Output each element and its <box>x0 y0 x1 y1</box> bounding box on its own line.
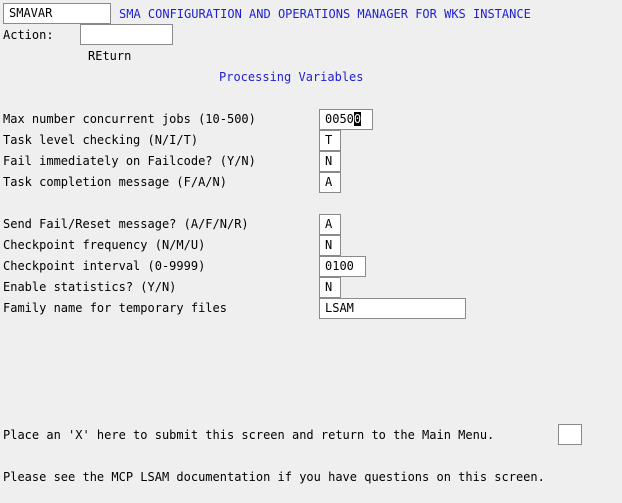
help-text: Please see the MCP LSAM documentation if… <box>3 470 545 484</box>
max-jobs-input[interactable]: 00500 <box>319 109 373 130</box>
max-jobs-label: Max number concurrent jobs (10-500) <box>3 112 256 126</box>
smavar-screen: SMAVAR SMA CONFIGURATION AND OPERATIONS … <box>0 0 622 503</box>
action-input[interactable] <box>80 24 173 45</box>
task-completion-input[interactable]: A <box>319 172 341 193</box>
fail-immediately-input[interactable]: N <box>319 151 341 172</box>
task-level-label: Task level checking (N/I/T) <box>3 133 199 147</box>
screen-id-field[interactable]: SMAVAR <box>3 3 111 24</box>
screen-title: SMA CONFIGURATION AND OPERATIONS MANAGER… <box>119 7 531 21</box>
section-title: Processing Variables <box>219 70 364 84</box>
send-fail-reset-input[interactable]: A <box>319 214 341 235</box>
submit-instruction: Place an 'X' here to submit this screen … <box>3 428 495 442</box>
submit-input[interactable] <box>558 424 582 445</box>
checkpoint-interval-label: Checkpoint interval (0-9999) <box>3 259 206 273</box>
text-cursor: 0 <box>353 112 362 126</box>
max-jobs-value: 0050 <box>325 112 354 126</box>
task-completion-label: Task completion message (F/A/N) <box>3 175 227 189</box>
family-name-input[interactable]: LSAM <box>319 298 466 319</box>
send-fail-reset-label: Send Fail/Reset message? (A/F/N/R) <box>3 217 249 231</box>
checkpoint-frequency-input[interactable]: N <box>319 235 341 256</box>
return-option: REturn <box>88 49 132 63</box>
task-level-input[interactable]: T <box>319 130 341 151</box>
enable-statistics-label: Enable statistics? (Y/N) <box>3 280 177 294</box>
action-label: Action: <box>3 28 54 42</box>
checkpoint-frequency-label: Checkpoint frequency (N/M/U) <box>3 238 206 252</box>
fail-immediately-label: Fail immediately on Failcode? (Y/N) <box>3 154 256 168</box>
checkpoint-interval-input[interactable]: 0100 <box>319 256 366 277</box>
enable-statistics-input[interactable]: N <box>319 277 341 298</box>
family-name-label: Family name for temporary files <box>3 301 227 315</box>
